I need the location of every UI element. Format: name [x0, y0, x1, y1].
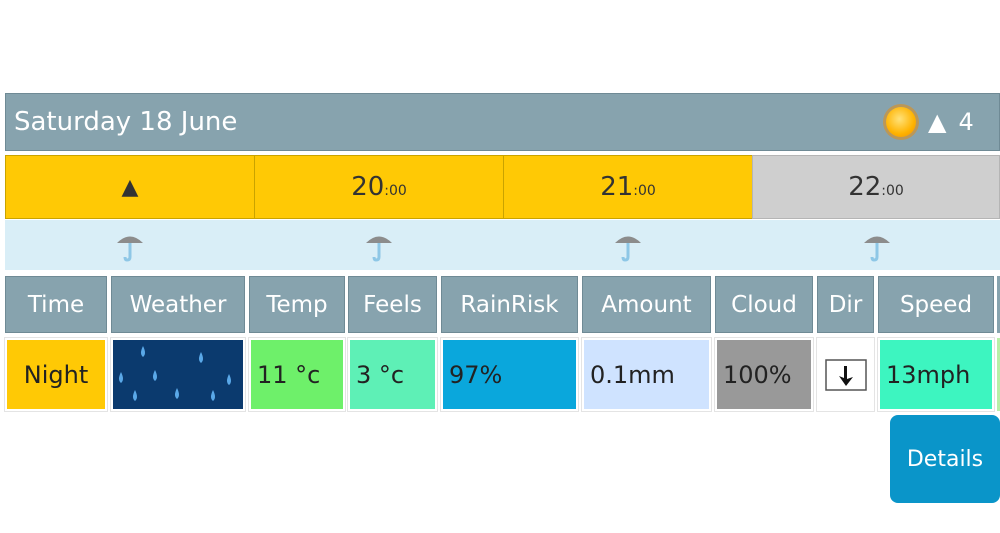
- cell-dir: [816, 337, 875, 412]
- umbrella-icon: [366, 236, 392, 262]
- header-amount: Amount: [582, 276, 711, 333]
- time-slot[interactable]: 20:00: [254, 155, 504, 219]
- time-slot[interactable]: 21:00: [503, 155, 753, 219]
- arrow-south-icon: [824, 358, 867, 391]
- header-rainrisk: RainRisk: [441, 276, 578, 333]
- time-mins: :00: [881, 183, 904, 199]
- day-title: Saturday 18 June: [14, 107, 238, 137]
- header-weather: Weather: [111, 276, 245, 333]
- details-button[interactable]: Details: [890, 415, 1000, 503]
- sunrise-arrow-icon: ▲: [928, 108, 947, 136]
- header-partial-text: 4: [958, 108, 974, 136]
- header-feels: Feels: [348, 276, 437, 333]
- time-hour: 20: [351, 172, 385, 202]
- time-hour: 21: [600, 172, 634, 202]
- time-mins: :00: [384, 183, 407, 199]
- cell-feels: 3 °c: [347, 337, 438, 412]
- cell-amount: 0.1mm: [581, 337, 712, 412]
- header-time: Time: [5, 276, 107, 333]
- time-slot[interactable]: 22:00: [752, 155, 1000, 219]
- cell-speed: 13mph: [877, 337, 995, 412]
- day-header[interactable]: Saturday 18 June ▲ 4: [5, 93, 1000, 151]
- time-hour: 22: [848, 172, 882, 202]
- time-mins: :00: [633, 183, 656, 199]
- header-cloud: Cloud: [715, 276, 813, 333]
- cell-cloud: 100%: [714, 337, 814, 412]
- cell-temp: 11 °c: [248, 337, 346, 412]
- umbrella-icon: [615, 236, 641, 262]
- cell-weather: [110, 337, 246, 412]
- cell-time: Night: [4, 337, 108, 412]
- rain-icon: [119, 346, 231, 401]
- header-dir: Dir: [817, 276, 874, 333]
- cell-rainrisk: 97%: [440, 337, 579, 412]
- header-speed: Speed: [878, 276, 994, 333]
- time-slot[interactable]: ▲: [5, 155, 255, 219]
- time-slot-arrow-icon: ▲: [121, 174, 139, 200]
- umbrella-icon: [864, 236, 890, 262]
- umbrella-icon: [117, 236, 143, 262]
- rain-indicator-row: [5, 220, 1000, 270]
- header-temp: Temp: [249, 276, 345, 333]
- sun-icon: [886, 107, 916, 137]
